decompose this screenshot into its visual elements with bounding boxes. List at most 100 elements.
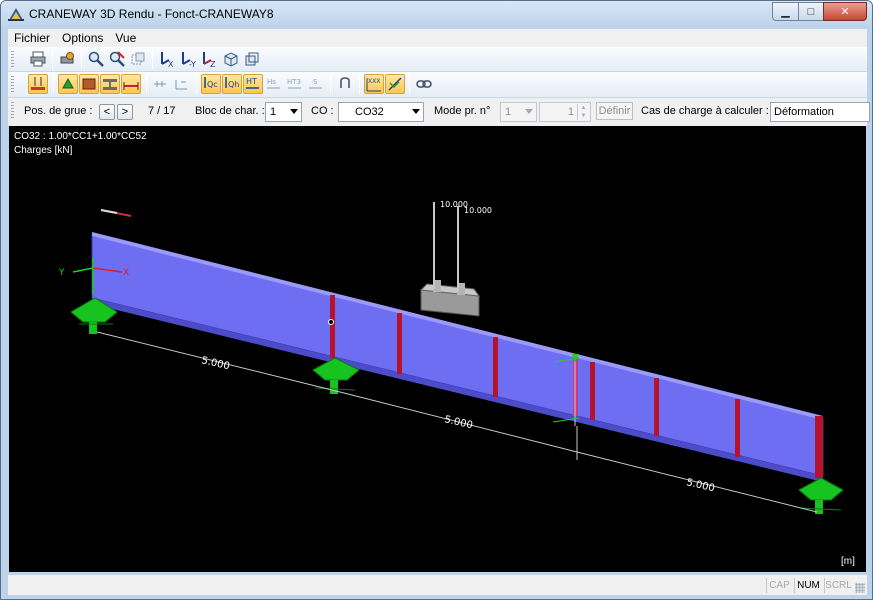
show-axes-icon: XXX <box>366 78 381 92</box>
result-s-icon: S <box>309 78 322 89</box>
view-y-icon: -Y <box>182 52 196 68</box>
stiffener <box>590 362 595 420</box>
dimension-value: 5.000 <box>200 355 230 372</box>
stiffener <box>397 313 402 374</box>
show-axes-button[interactable]: XXX <box>364 74 384 94</box>
load-case-label: Cas de charge à calculer : <box>641 105 769 117</box>
spinner-arrows-icon[interactable]: ▲ ▼ <box>577 104 589 120</box>
maximize-button[interactable]: □ <box>798 2 824 21</box>
menu-options[interactable]: Options <box>56 31 109 45</box>
control-bar: Pos. de grue : < > 7 / 17 Bloc de char. … <box>8 98 870 126</box>
crane-load-1-button[interactable] <box>151 74 171 94</box>
print-settings-icon <box>60 52 74 64</box>
show-sections-button[interactable] <box>100 74 120 94</box>
view-3d-icon <box>245 52 259 66</box>
show-sections-icon <box>103 79 117 90</box>
result-qc-button[interactable]: Qc <box>201 74 221 94</box>
menu-bar: Fichier Options Vue <box>8 29 867 47</box>
view-iso-button[interactable] <box>221 49 241 69</box>
load-block-select[interactable]: 1 <box>265 102 302 122</box>
show-supports-icon <box>62 77 74 89</box>
status-bar: CAP NUM SCRL <box>8 575 867 595</box>
view-y-button[interactable]: -Y <box>179 49 199 69</box>
print-button[interactable] <box>28 49 48 69</box>
result-qh-icon: Qh <box>225 77 239 89</box>
axis-y-label: Y <box>58 268 65 278</box>
zoom-icon <box>88 51 104 67</box>
scroll-lock-indicator: SCRL <box>824 578 852 593</box>
print-settings-button[interactable] <box>57 49 77 69</box>
view-iso-icon <box>224 52 238 67</box>
svg-text:HT3: HT3 <box>287 78 301 86</box>
previous-position-button[interactable]: < <box>99 104 115 120</box>
dimension-value: 5.000 <box>443 414 473 431</box>
next-position-button[interactable]: > <box>117 104 133 120</box>
view-3d-button[interactable] <box>242 49 262 69</box>
result-ht3-button[interactable]: HT3 <box>285 74 305 94</box>
show-loads-button[interactable] <box>28 74 48 94</box>
show-dimensions-icon <box>123 82 139 90</box>
beam-3d-scene: 10.000 10.000 X Y Z <box>58 200 844 514</box>
co-value: CO32 <box>355 106 384 118</box>
svg-text:S: S <box>313 78 318 86</box>
svg-text:Qh: Qh <box>228 80 239 89</box>
result-qh-button[interactable]: Qh <box>222 74 242 94</box>
link-button[interactable] <box>414 74 434 94</box>
view-x-button[interactable]: X <box>158 49 178 69</box>
crane-wheel-block <box>419 280 481 317</box>
toolbar-grip[interactable] <box>11 51 14 68</box>
result-ht-button[interactable]: HT <box>243 74 263 94</box>
zoom-reset-icon <box>109 51 125 67</box>
chevron-down-icon <box>525 109 533 114</box>
num-lock-indicator: NUM <box>794 578 822 593</box>
menu-vue[interactable]: Vue <box>109 31 142 45</box>
mode-select[interactable]: 1 <box>500 102 537 122</box>
result-hs-button[interactable]: Hs <box>264 74 284 94</box>
mode-spinner[interactable]: 1 ▲ ▼ <box>539 102 591 122</box>
result-ht-icon: HT <box>246 77 259 89</box>
result-qc-icon: Qc <box>204 77 218 89</box>
print-icon <box>30 51 46 67</box>
render-viewport[interactable]: CO32 : 1.00*CC1+1.00*CC52 Charges [kN] 1… <box>9 126 866 572</box>
minimize-button[interactable]: ▁ <box>772 2 799 21</box>
view-z-icon: Z <box>203 52 216 68</box>
resize-grip[interactable] <box>855 583 865 593</box>
fit-view-button[interactable] <box>128 49 148 69</box>
zoom-reset-button[interactable] <box>107 49 127 69</box>
crane-load-1-icon <box>154 81 166 87</box>
view-z-button[interactable]: Z <box>200 49 220 69</box>
support-right <box>798 477 844 514</box>
co-select[interactable]: CO32 <box>338 102 424 122</box>
close-button[interactable]: ✕ <box>823 2 867 21</box>
result-ht3-icon: HT3 <box>287 78 301 89</box>
link-icon <box>416 80 432 88</box>
zoom-button[interactable] <box>86 49 106 69</box>
toolbar-grip[interactable] <box>11 102 14 119</box>
dimension-value: 5.000 <box>685 477 715 494</box>
fit-view-icon <box>131 52 145 65</box>
stiffener <box>815 416 823 478</box>
show-members-button[interactable] <box>79 74 99 94</box>
svg-text:XXX: XXX <box>368 78 380 85</box>
stiffener <box>493 337 498 397</box>
caps-lock-indicator: CAP <box>766 578 792 593</box>
window-title: CRANEWAY 3D Rendu - Fonct-CRANEWAY8 <box>29 7 274 21</box>
load-block-value: 1 <box>270 106 277 118</box>
svg-text:Hs: Hs <box>267 78 276 86</box>
title-bar: CRANEWAY 3D Rendu - Fonct-CRANEWAY8 ▁ □ … <box>1 1 872 28</box>
result-s-button[interactable]: S <box>306 74 326 94</box>
menu-fichier[interactable]: Fichier <box>8 31 56 45</box>
load-case-select[interactable]: Déformation <box>770 102 870 122</box>
show-supports-button[interactable] <box>58 74 78 94</box>
define-button[interactable]: Définir <box>596 102 633 120</box>
chevron-down-icon <box>290 109 298 114</box>
craneway-app-icon <box>8 8 24 21</box>
crane-position-value: 7 / 17 <box>148 105 176 117</box>
show-dimensions-button[interactable] <box>121 74 141 94</box>
show-values-button[interactable] <box>385 74 405 94</box>
load-value: 10.000 <box>464 206 492 215</box>
toolbar-grip[interactable] <box>11 76 14 93</box>
deformation-button[interactable] <box>335 74 355 94</box>
crane-load-2-button[interactable] <box>172 74 192 94</box>
svg-text:-Y: -Y <box>189 60 196 68</box>
